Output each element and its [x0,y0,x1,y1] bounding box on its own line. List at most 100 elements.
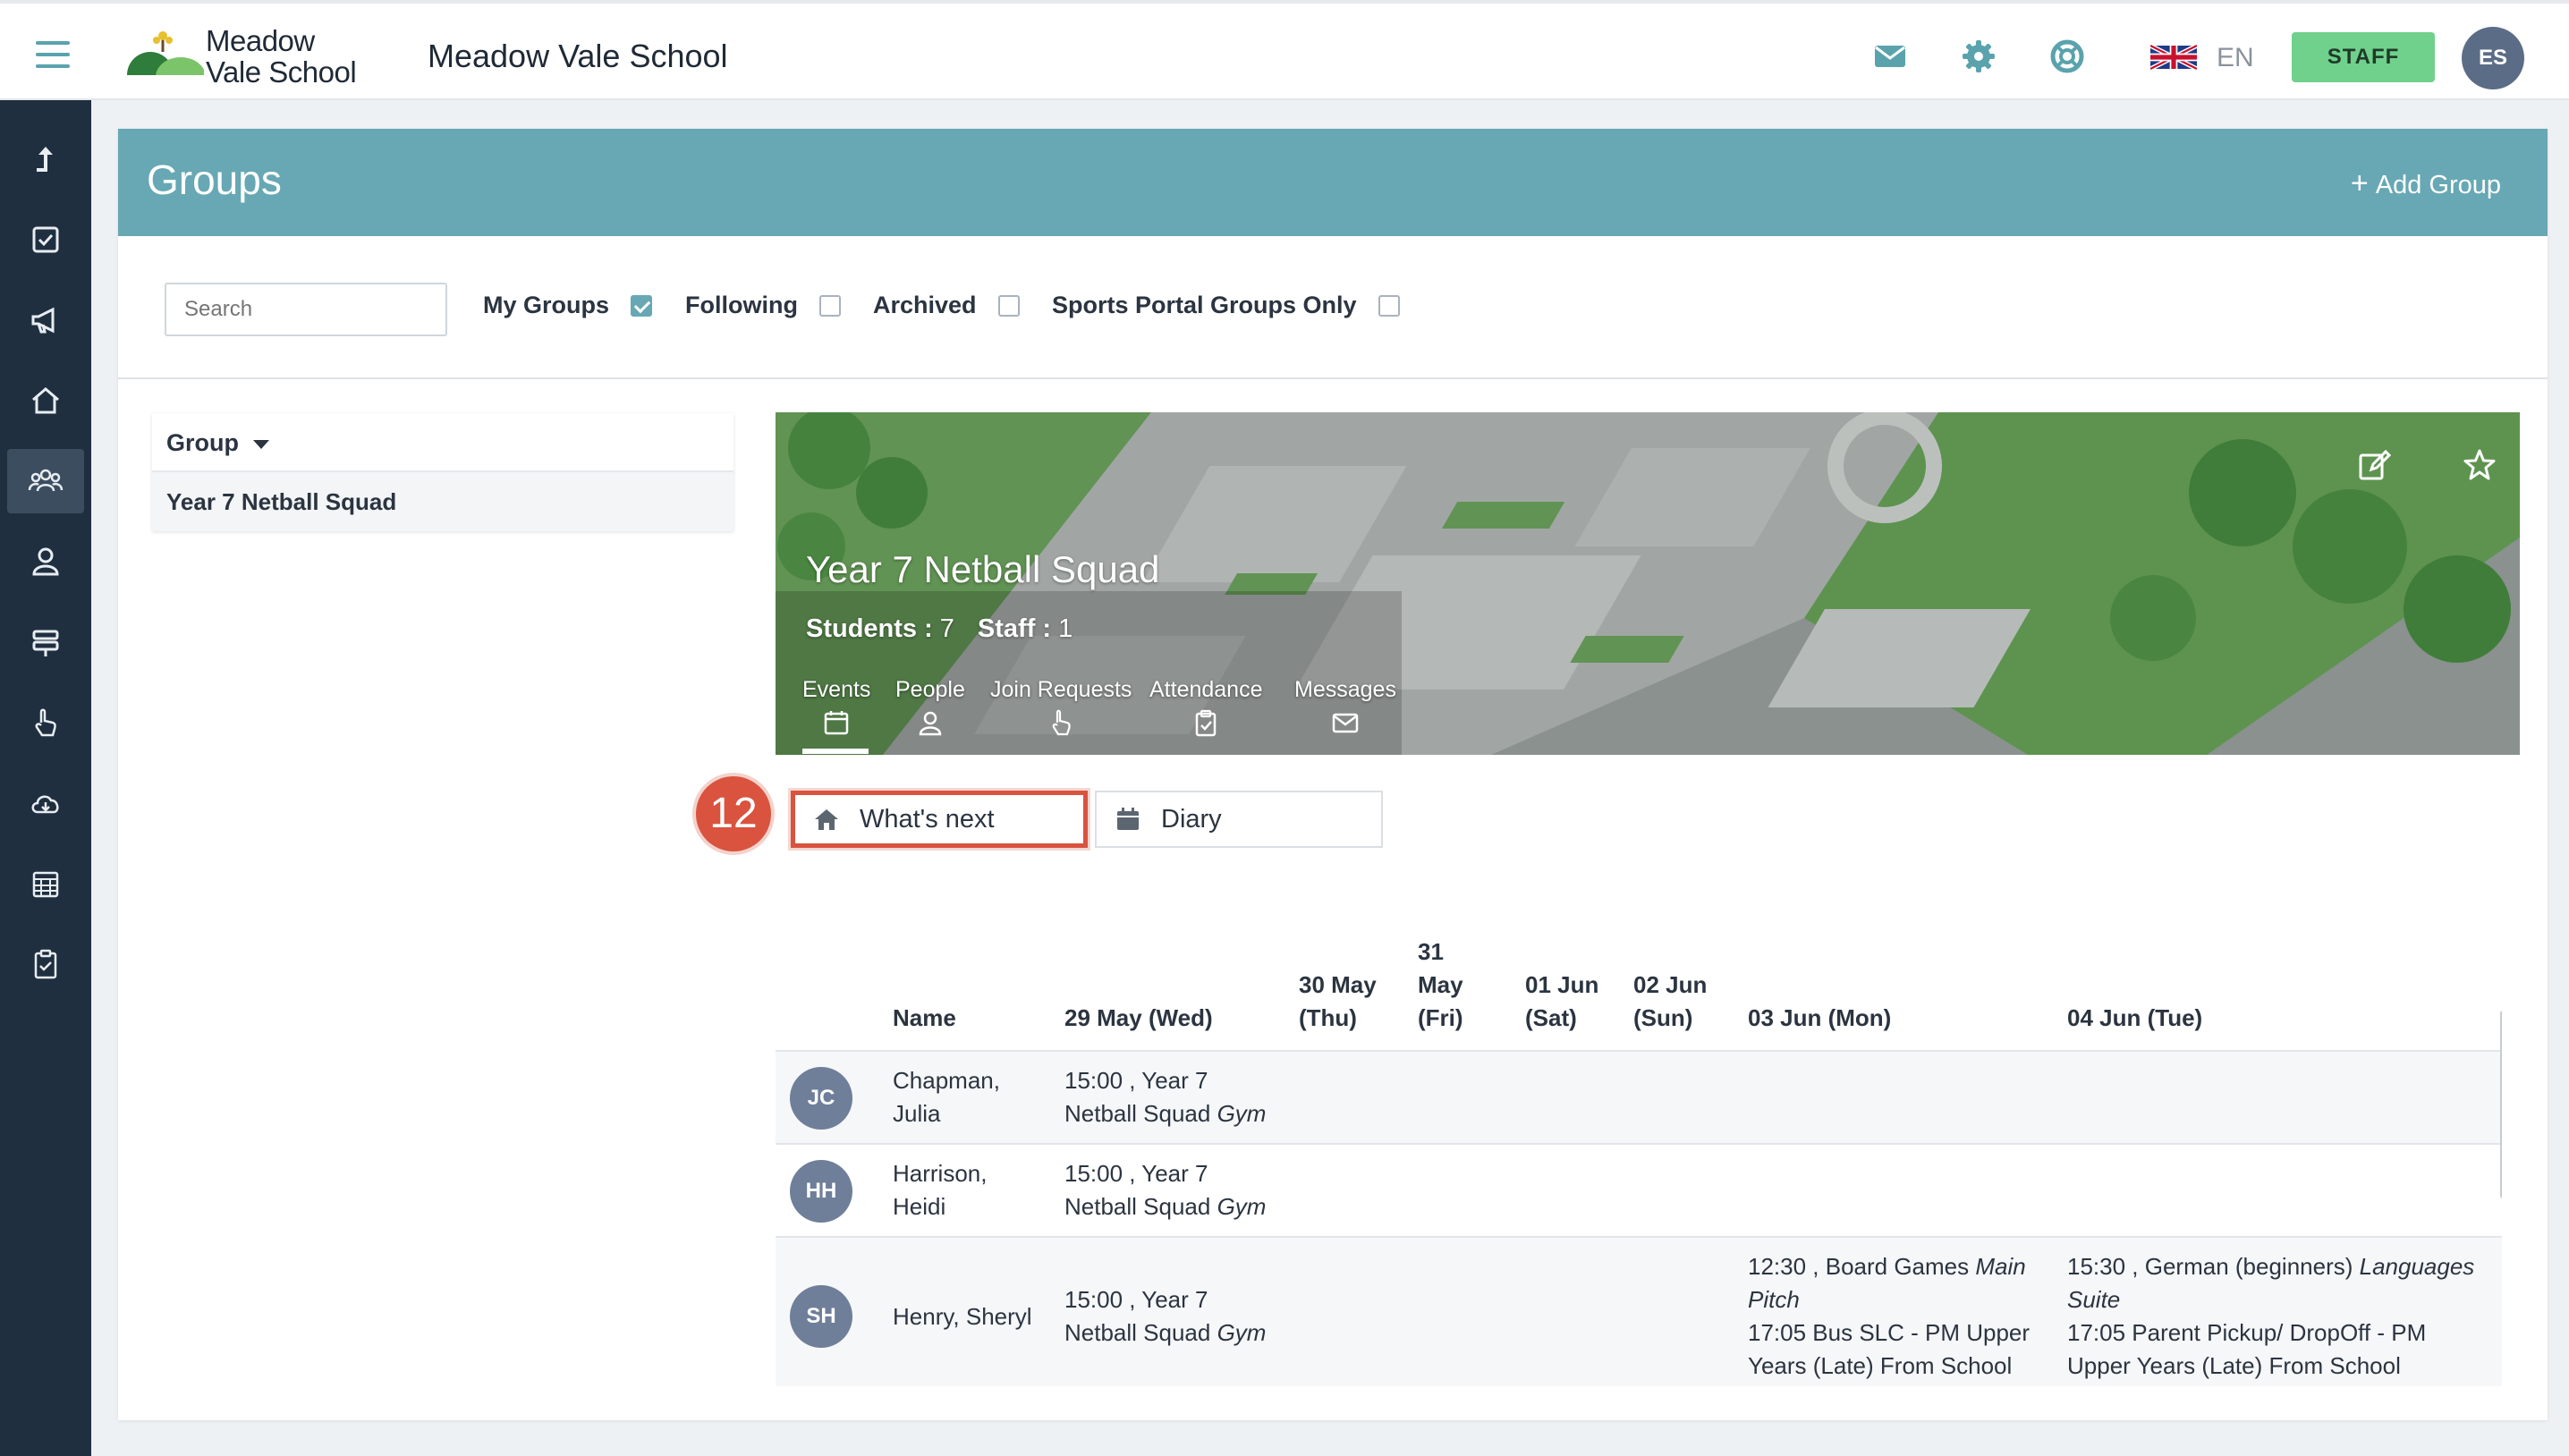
staff-button[interactable]: STAFF [2292,32,2435,82]
group-title: Year 7 Netball Squad [806,548,1160,590]
student-avatar: SH [790,1285,852,1348]
event-cell[interactable]: 15:00 , Year 7 Netball Squad Gym [1064,1283,1266,1350]
student-avatar: JC [790,1067,852,1130]
student-name[interactable]: Henry, Sheryl [893,1300,1032,1333]
student-name[interactable]: Harrison, Heidi [893,1157,987,1223]
tab-people[interactable]: People [895,677,965,737]
calendar-icon [824,711,849,735]
event-cell[interactable]: 15:00 , Year 7 Netball Squad Gym [1064,1064,1266,1130]
following-filter[interactable]: Following [685,292,841,319]
event-location: Gym [1217,1193,1267,1220]
header-03-jun: 03 Jun (Mon) [1748,1004,1892,1031]
tab-join-requests[interactable]: Join Requests [990,677,1132,737]
sidebar-item-signpost[interactable] [7,610,84,674]
tab-attendance-label: Attendance [1149,677,1263,702]
tab-messages[interactable]: Messages [1294,677,1396,737]
sidebar-item-home[interactable] [7,368,84,433]
sidebar-item-calendar[interactable] [7,851,84,916]
person-icon [32,547,59,576]
active-tab-indicator [802,749,869,754]
whats-next-label: What's next [860,804,995,834]
sidebar-item-cloud-download[interactable] [7,771,84,835]
table-row[interactable]: JC Chapman, Julia 15:00 , Year 7 Netball… [776,1050,2502,1143]
school-logo[interactable]: Meadow Vale School [127,24,360,98]
group-banner: Year 7 Netball Squad Students :7 Staff :1… [776,412,2520,755]
event-time: 15:00 , Year 7 [1064,1067,1208,1094]
student-avatar: HH [790,1160,852,1223]
bus-event-title-cont: Years (Late) From School [1748,1352,2013,1379]
language-code[interactable]: EN [2217,43,2254,73]
group-header-label: Group [166,429,239,456]
filter-bar: My Groups Following Archived Sports Port… [118,236,2548,379]
archived-filter[interactable]: Archived [873,292,1020,319]
sidebar-item-clipboard[interactable] [7,932,84,996]
table-row[interactable]: HH Harrison, Heidi 15:00 , Year 7 Netbal… [776,1143,2502,1236]
header-02-jun-day: (Sun) [1633,1004,1693,1031]
header-01-jun: 01 Jun (Sat) [1525,969,1598,1035]
star-icon[interactable] [2463,448,2497,482]
sports-portal-checkbox[interactable] [1378,294,1400,317]
header-04-jun: 04 Jun (Tue) [2067,1004,2203,1031]
student-name[interactable]: Chapman, Julia [893,1064,1000,1130]
event-location: Gym [1217,1319,1267,1346]
sidebar-item-people[interactable] [7,529,84,594]
envelope-icon [1332,713,1359,733]
following-checkbox[interactable] [818,294,841,317]
header-29-may: 29 May (Wed) [1064,1004,1213,1031]
header-name[interactable]: Name [893,1002,956,1035]
diary-tab[interactable]: Diary [1095,791,1383,848]
hand-pointer-icon [35,708,56,737]
search-input[interactable] [165,283,447,336]
sidebar-item-tasks[interactable] [7,207,84,272]
clipboard-icon [1196,709,1217,737]
gear-icon[interactable] [1962,39,1996,73]
sidebar-item-launch[interactable] [7,127,84,191]
sidebar-item-join-requests[interactable] [7,690,84,755]
event-cell[interactable]: 15:30 , German (beginners) Languages Sui… [2067,1250,2497,1383]
sports-portal-filter[interactable]: Sports Portal Groups Only [1052,292,1400,319]
tab-join-requests-label: Join Requests [990,677,1132,702]
event-location: Main [1975,1253,2026,1280]
whats-next-tab[interactable]: What's next [791,791,1088,848]
group-list-item[interactable]: Year 7 Netball Squad [152,472,733,531]
table-row[interactable]: SH Henry, Sheryl 15:00 , Year 7 Netball … [776,1236,2502,1386]
event-title: Netball Squad [1064,1319,1211,1346]
signpost-icon [32,630,59,656]
logo-text: Meadow Vale School [206,24,357,88]
add-group-button[interactable]: + Add Group [2351,166,2501,201]
pickup-event-title-cont: Upper Years (Late) From School [2067,1352,2401,1379]
students-label: Students : [806,614,933,643]
sports-portal-label: Sports Portal Groups Only [1052,292,1357,318]
header-31-may-month: May [1418,971,1463,998]
mail-icon[interactable] [1873,39,1907,73]
logo-hills-icon [127,31,206,98]
tab-events[interactable]: Events [802,677,870,737]
menu-icon[interactable] [36,41,70,68]
archived-checkbox[interactable] [997,294,1020,317]
header-31-may: 31 May (Fri) [1418,935,1463,1035]
event-time: 15:00 , Year 7 [1064,1160,1208,1187]
group-column-header[interactable]: Group [152,413,733,472]
table-scrollbar[interactable] [2500,1011,2502,1198]
clipboard-check-icon [34,949,57,979]
checkbox-icon [32,226,59,253]
event-time: 15:00 , Year 7 [1064,1286,1208,1313]
event-cell[interactable]: 15:00 , Year 7 Netball Squad Gym [1064,1157,1266,1223]
uk-flag-icon[interactable] [2150,44,2197,71]
tab-attendance[interactable]: Attendance [1149,677,1263,737]
edit-icon[interactable] [2357,448,2391,482]
megaphone-icon [31,307,55,334]
logo-line-1: Meadow [206,24,315,57]
my-groups-filter[interactable]: My Groups [483,292,653,319]
sidebar-item-groups[interactable] [7,449,84,513]
event-cell[interactable]: 12:30 , Board Games Main Pitch 17:05 Bus… [1748,1250,2052,1383]
arrow-up-icon [37,147,53,172]
my-groups-checkbox[interactable] [631,294,653,317]
help-lifebuoy-icon[interactable] [2050,39,2084,73]
students-count: 7 [939,614,954,643]
sidebar-item-announcements[interactable] [7,288,84,352]
user-avatar[interactable]: ES [2462,27,2524,89]
student-forename: Heidi [893,1193,946,1220]
school-name: Meadow Vale School [428,38,728,74]
calendar-grid-icon [32,871,59,898]
